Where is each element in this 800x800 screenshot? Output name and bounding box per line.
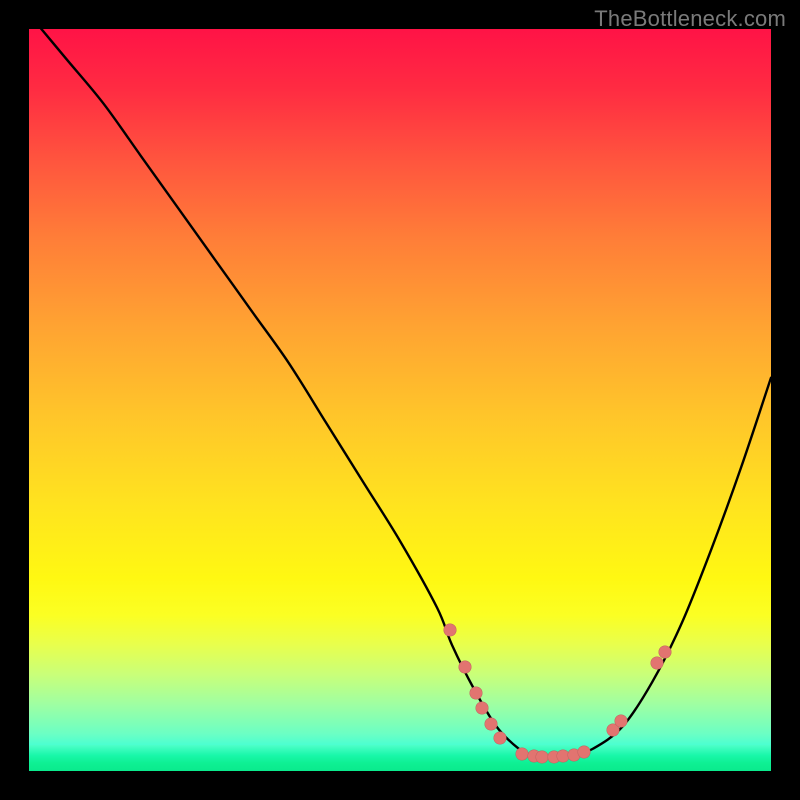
data-marker <box>615 714 628 727</box>
data-marker <box>475 701 488 714</box>
data-marker <box>444 624 457 637</box>
chart-stage: TheBottleneck.com <box>0 0 800 800</box>
data-marker <box>494 731 507 744</box>
data-marker <box>651 657 664 670</box>
data-marker <box>458 661 471 674</box>
data-marker <box>484 718 497 731</box>
data-marker <box>470 687 483 700</box>
data-marker <box>658 646 671 659</box>
data-marker <box>578 746 591 759</box>
plot-area <box>29 29 771 771</box>
